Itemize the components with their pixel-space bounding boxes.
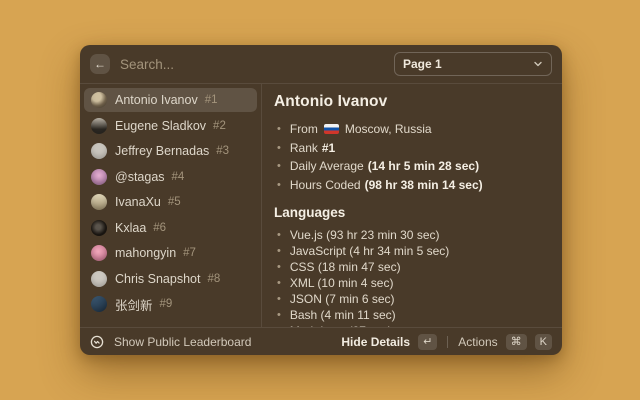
actions-button[interactable]: Actions bbox=[458, 335, 497, 349]
user-name: Jeffrey Bernadas bbox=[115, 144, 209, 158]
wakatime-clock-icon bbox=[90, 335, 104, 349]
app-window: ← Page 1 Antonio Ivanov #1 Eugene Sladko… bbox=[80, 45, 562, 355]
search-input[interactable] bbox=[120, 57, 384, 72]
k-key-badge: K bbox=[535, 334, 552, 350]
language-item: JSON (7 min 6 sec) bbox=[274, 291, 550, 307]
back-arrow-icon: ← bbox=[94, 54, 106, 74]
stat-bold-value: #1 bbox=[322, 141, 335, 155]
footer-app-label: Show Public Leaderboard bbox=[114, 335, 251, 349]
leaderboard-row[interactable]: 张剑新 #9 bbox=[84, 292, 257, 316]
stat-bold-value: (14 hr 5 min 28 sec) bbox=[368, 159, 479, 173]
back-button[interactable]: ← bbox=[90, 54, 110, 74]
page-dropdown[interactable]: Page 1 bbox=[394, 52, 552, 76]
user-name: mahongyin bbox=[115, 246, 176, 260]
language-item: CSS (18 min 47 sec) bbox=[274, 259, 550, 275]
language-text: XML (10 min 4 sec) bbox=[290, 276, 394, 290]
leaderboard-row[interactable]: Chris Snapshot #8 bbox=[84, 267, 257, 291]
stat-label: Rank bbox=[290, 141, 318, 155]
stat-item: From Moscow, Russia bbox=[274, 120, 550, 139]
leaderboard-row[interactable]: mahongyin #7 bbox=[84, 241, 257, 265]
stat-item: Hours Coded (98 hr 38 min 14 sec) bbox=[274, 176, 550, 195]
footer: Show Public Leaderboard Hide Details ↵ A… bbox=[80, 327, 562, 355]
avatar bbox=[91, 92, 107, 108]
language-text: Vue.js (93 hr 23 min 30 sec) bbox=[290, 228, 440, 242]
language-text: JavaScript (4 hr 34 min 5 sec) bbox=[290, 244, 449, 258]
page-dropdown-value: Page 1 bbox=[403, 57, 442, 71]
language-text: JSON (7 min 6 sec) bbox=[290, 292, 395, 306]
leaderboard-row[interactable]: Kxlaa #6 bbox=[84, 216, 257, 240]
user-name: Chris Snapshot bbox=[115, 272, 200, 286]
stat-plain-value: Moscow, Russia bbox=[345, 122, 432, 136]
avatar bbox=[91, 169, 107, 185]
language-item: XML (10 min 4 sec) bbox=[274, 275, 550, 291]
chevron-down-icon bbox=[533, 59, 543, 69]
user-name: 张剑新 bbox=[115, 295, 153, 314]
avatar bbox=[91, 220, 107, 236]
user-rank: #4 bbox=[172, 171, 185, 183]
detail-title: Antonio Ivanov bbox=[274, 93, 550, 111]
stat-label: Hours Coded bbox=[290, 178, 361, 192]
user-rank: #8 bbox=[207, 273, 220, 285]
leaderboard-row[interactable]: Antonio Ivanov #1 bbox=[84, 88, 257, 112]
enter-key-badge: ↵ bbox=[418, 334, 437, 350]
leaderboard-row[interactable]: IvanaXu #5 bbox=[84, 190, 257, 214]
language-item: Bash (4 min 11 sec) bbox=[274, 307, 550, 323]
leaderboard-row[interactable]: Jeffrey Bernadas #3 bbox=[84, 139, 257, 163]
russia-flag-icon bbox=[324, 124, 339, 134]
hide-details-button[interactable]: Hide Details bbox=[341, 335, 410, 349]
stats-list: From Moscow, Russia Rank #1 Daily Averag… bbox=[274, 120, 550, 194]
footer-divider bbox=[447, 336, 448, 348]
avatar bbox=[91, 296, 107, 312]
header: ← Page 1 bbox=[80, 45, 562, 84]
detail-panel: Antonio Ivanov From Moscow, Russia Rank … bbox=[262, 84, 562, 327]
user-rank: #1 bbox=[205, 94, 218, 106]
languages-heading: Languages bbox=[274, 205, 550, 220]
avatar bbox=[91, 194, 107, 210]
language-text: Bash (4 min 11 sec) bbox=[290, 308, 396, 322]
user-name: @stagas bbox=[115, 170, 165, 184]
leaderboard-list: Antonio Ivanov #1 Eugene Sladkov #2 Jeff… bbox=[80, 84, 262, 327]
language-item: JavaScript (4 hr 34 min 5 sec) bbox=[274, 243, 550, 259]
user-name: IvanaXu bbox=[115, 195, 161, 209]
user-rank: #7 bbox=[183, 247, 196, 259]
stat-bold-value: (98 hr 38 min 14 sec) bbox=[365, 178, 483, 192]
avatar bbox=[91, 143, 107, 159]
cmd-key-badge: ⌘ bbox=[506, 334, 527, 350]
user-rank: #2 bbox=[213, 120, 226, 132]
avatar bbox=[91, 245, 107, 261]
user-name: Kxlaa bbox=[115, 221, 146, 235]
main-area: Antonio Ivanov #1 Eugene Sladkov #2 Jeff… bbox=[80, 84, 562, 327]
user-rank: #5 bbox=[168, 196, 181, 208]
user-name: Eugene Sladkov bbox=[115, 119, 206, 133]
stat-label: Daily Average bbox=[290, 159, 364, 173]
avatar bbox=[91, 271, 107, 287]
user-rank: #9 bbox=[160, 298, 173, 310]
leaderboard-row[interactable]: @stagas #4 bbox=[84, 165, 257, 189]
language-text: CSS (18 min 47 sec) bbox=[290, 260, 401, 274]
avatar bbox=[91, 118, 107, 134]
stat-item: Daily Average (14 hr 5 min 28 sec) bbox=[274, 157, 550, 176]
user-rank: #6 bbox=[153, 222, 166, 234]
language-item: Vue.js (93 hr 23 min 30 sec) bbox=[274, 227, 550, 243]
stat-item: Rank #1 bbox=[274, 139, 550, 158]
user-rank: #3 bbox=[216, 145, 229, 157]
user-name: Antonio Ivanov bbox=[115, 93, 198, 107]
languages-list: Vue.js (93 hr 23 min 30 sec) JavaScript … bbox=[274, 227, 550, 327]
leaderboard-row[interactable]: Eugene Sladkov #2 bbox=[84, 114, 257, 138]
stat-label: From bbox=[290, 122, 318, 136]
